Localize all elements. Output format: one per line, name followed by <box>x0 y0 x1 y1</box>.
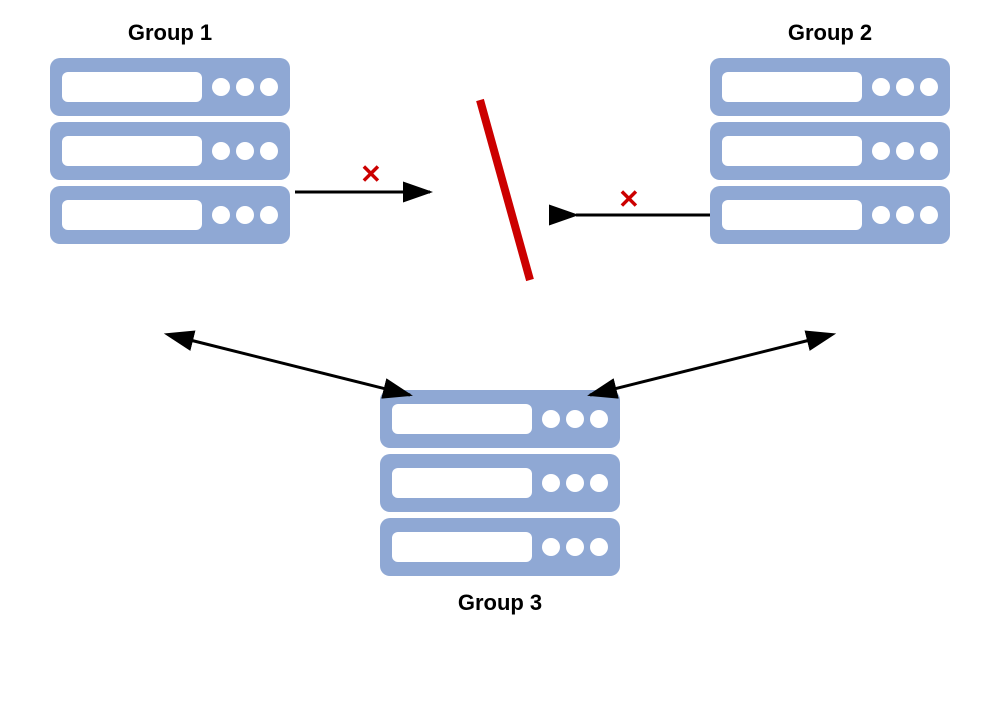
dot <box>872 142 890 160</box>
dot <box>260 78 278 96</box>
dot <box>872 78 890 96</box>
server-bar <box>62 200 202 230</box>
group2-label: Group 2 <box>710 20 950 46</box>
group1: Group 1 <box>50 20 290 244</box>
server-bar <box>722 72 862 102</box>
server-dots <box>872 142 938 160</box>
server-dots <box>212 78 278 96</box>
dot <box>566 410 584 428</box>
server-dots <box>542 410 608 428</box>
server-rack-2-3 <box>710 186 950 244</box>
server-rack-2-2 <box>710 122 950 180</box>
x-mark-1: ✕ <box>360 159 382 189</box>
dot <box>566 538 584 556</box>
dot <box>920 142 938 160</box>
dot <box>260 142 278 160</box>
server-bar <box>62 72 202 102</box>
group3-label: Group 3 <box>380 590 620 616</box>
server-bar <box>62 136 202 166</box>
server-rack-2-1 <box>710 58 950 116</box>
group2: Group 2 <box>710 20 950 244</box>
dot <box>260 206 278 224</box>
dot <box>542 538 560 556</box>
dot <box>872 206 890 224</box>
server-dots <box>872 78 938 96</box>
x-mark-2: ✕ <box>618 184 640 214</box>
server-rack-3-2 <box>380 454 620 512</box>
dot <box>920 206 938 224</box>
server-rack-3-3 <box>380 518 620 576</box>
dot <box>896 78 914 96</box>
dot <box>566 474 584 492</box>
diagram-container: Group 1 Grou <box>0 0 1000 713</box>
server-bar <box>392 532 532 562</box>
server-dots <box>872 206 938 224</box>
dot <box>590 474 608 492</box>
server-dots <box>212 206 278 224</box>
server-dots <box>212 142 278 160</box>
server-dots <box>542 538 608 556</box>
group1-label: Group 1 <box>50 20 290 46</box>
server-bar <box>722 136 862 166</box>
dot <box>542 474 560 492</box>
dot <box>590 410 608 428</box>
server-rack-1-2 <box>50 122 290 180</box>
dot <box>542 410 560 428</box>
server-rack-1-1 <box>50 58 290 116</box>
dot <box>590 538 608 556</box>
dot <box>212 206 230 224</box>
group3: Group 3 <box>380 390 620 616</box>
dot <box>896 206 914 224</box>
dot <box>236 142 254 160</box>
server-rack-3-1 <box>380 390 620 448</box>
dot <box>212 78 230 96</box>
dot <box>236 206 254 224</box>
dot <box>212 142 230 160</box>
server-rack-1-3 <box>50 186 290 244</box>
arrow-g2-g3 <box>590 340 810 395</box>
lightning-bolt <box>480 100 530 280</box>
server-bar <box>392 468 532 498</box>
server-bar <box>392 404 532 434</box>
server-dots <box>542 474 608 492</box>
dot <box>236 78 254 96</box>
dot <box>920 78 938 96</box>
arrow-g1-g3 <box>190 340 410 395</box>
dot <box>896 142 914 160</box>
server-bar <box>722 200 862 230</box>
